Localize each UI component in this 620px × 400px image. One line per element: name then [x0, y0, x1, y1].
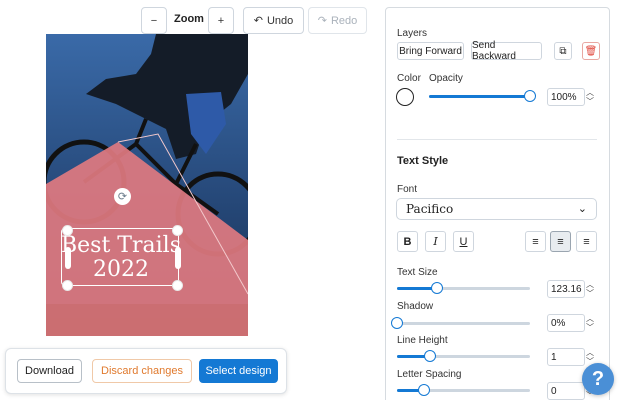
opacity-input[interactable]: 100%	[547, 88, 585, 106]
align-center-icon[interactable]: ≡	[550, 231, 571, 252]
redo-label: Redo	[330, 14, 358, 27]
align-right-icon[interactable]: ≡	[576, 231, 597, 252]
properties-panel: Layers Bring Forward Send Backward ⧉ 🗑 C…	[385, 7, 610, 400]
letter-spacing-slider[interactable]	[397, 384, 530, 396]
resize-handle-left[interactable]	[65, 247, 71, 269]
font-select[interactable]: Pacifico ⌄	[396, 198, 597, 220]
text-size-stepper[interactable]: ︿ ﹀	[584, 279, 596, 299]
send-backward-button[interactable]: Send Backward	[471, 40, 542, 62]
color-swatch[interactable]	[396, 88, 414, 106]
letter-spacing-slider-thumb[interactable]	[417, 384, 430, 396]
text-style-heading: Text Style	[397, 155, 449, 167]
opacity-label: Opacity	[429, 73, 463, 84]
color-label: Color	[397, 73, 421, 84]
text-size-label: Text Size	[397, 267, 438, 278]
line-height-label: Line Height	[397, 335, 448, 346]
line-height-input[interactable]: 1	[547, 348, 585, 366]
poster-artwork	[46, 34, 248, 336]
line-height-slider-thumb[interactable]	[424, 350, 437, 362]
delete-icon[interactable]: 🗑	[582, 42, 600, 60]
undo-icon: ↶	[253, 15, 263, 27]
duplicate-icon[interactable]: ⧉	[554, 42, 572, 60]
text-size-input[interactable]: 123.16	[547, 280, 585, 298]
opacity-slider-fill	[429, 95, 530, 98]
bold-button[interactable]: B	[397, 231, 418, 252]
stepper-down-icon: ﹀	[586, 97, 594, 106]
undo-label: Undo	[266, 14, 294, 27]
redo-icon: ↷	[317, 15, 327, 27]
stepper-down-icon: ﹀	[586, 323, 594, 332]
rotate-handle-icon[interactable]: ⟳	[114, 188, 131, 205]
action-bar: Download Discard changes Select design	[5, 348, 287, 394]
line-height-slider[interactable]	[397, 350, 530, 362]
italic-button[interactable]: I	[425, 231, 446, 252]
letter-spacing-input[interactable]: 0	[547, 382, 585, 400]
shadow-slider-thumb[interactable]	[391, 317, 403, 329]
shadow-input[interactable]: 0%	[547, 314, 585, 332]
shadow-stepper[interactable]: ︿ ﹀	[584, 313, 596, 333]
opacity-stepper[interactable]: ︿ ﹀	[584, 87, 596, 107]
shadow-label: Shadow	[397, 301, 434, 312]
zoom-label: Zoom	[174, 13, 204, 25]
underline-button[interactable]: U	[453, 231, 474, 252]
download-button[interactable]: Download	[17, 359, 82, 383]
selection-box	[61, 228, 179, 286]
stepper-up-icon: ︿	[586, 280, 594, 289]
resize-handle-right[interactable]	[175, 247, 181, 269]
help-button[interactable]: ?	[582, 363, 614, 395]
opacity-slider-thumb[interactable]	[524, 90, 536, 102]
discard-changes-button[interactable]: Discard changes	[92, 359, 192, 383]
opacity-slider[interactable]	[429, 90, 536, 102]
layers-label: Layers	[397, 28, 428, 39]
text-size-slider[interactable]	[397, 282, 530, 294]
resize-handle-top-left[interactable]	[62, 225, 73, 236]
stepper-down-icon: ﹀	[586, 289, 594, 298]
font-label: Font	[397, 184, 418, 195]
align-left-icon[interactable]: ≡	[525, 231, 546, 252]
redo-button[interactable]: ↷ Redo	[308, 7, 367, 34]
font-select-value: Pacifico	[406, 202, 454, 216]
letter-spacing-label: Letter Spacing	[397, 369, 462, 380]
stepper-up-icon: ︿	[586, 348, 594, 357]
resize-handle-bottom-left[interactable]	[62, 280, 73, 291]
bring-forward-button[interactable]: Bring Forward	[397, 42, 464, 60]
select-design-button[interactable]: Select design	[199, 359, 278, 383]
chevron-down-icon: ⌄	[577, 202, 587, 215]
design-canvas[interactable]	[46, 34, 248, 336]
resize-handle-top-right[interactable]	[172, 225, 183, 236]
zoom-in-button[interactable]: +	[208, 7, 234, 34]
section-divider	[397, 139, 597, 140]
resize-handle-bottom-right[interactable]	[172, 280, 183, 291]
undo-button[interactable]: ↶ Undo	[243, 7, 304, 34]
stepper-up-icon: ︿	[586, 88, 594, 97]
zoom-out-button[interactable]: −	[141, 7, 167, 34]
stepper-up-icon: ︿	[586, 314, 594, 323]
shadow-slider[interactable]	[391, 317, 530, 329]
text-size-slider-thumb[interactable]	[430, 282, 443, 294]
